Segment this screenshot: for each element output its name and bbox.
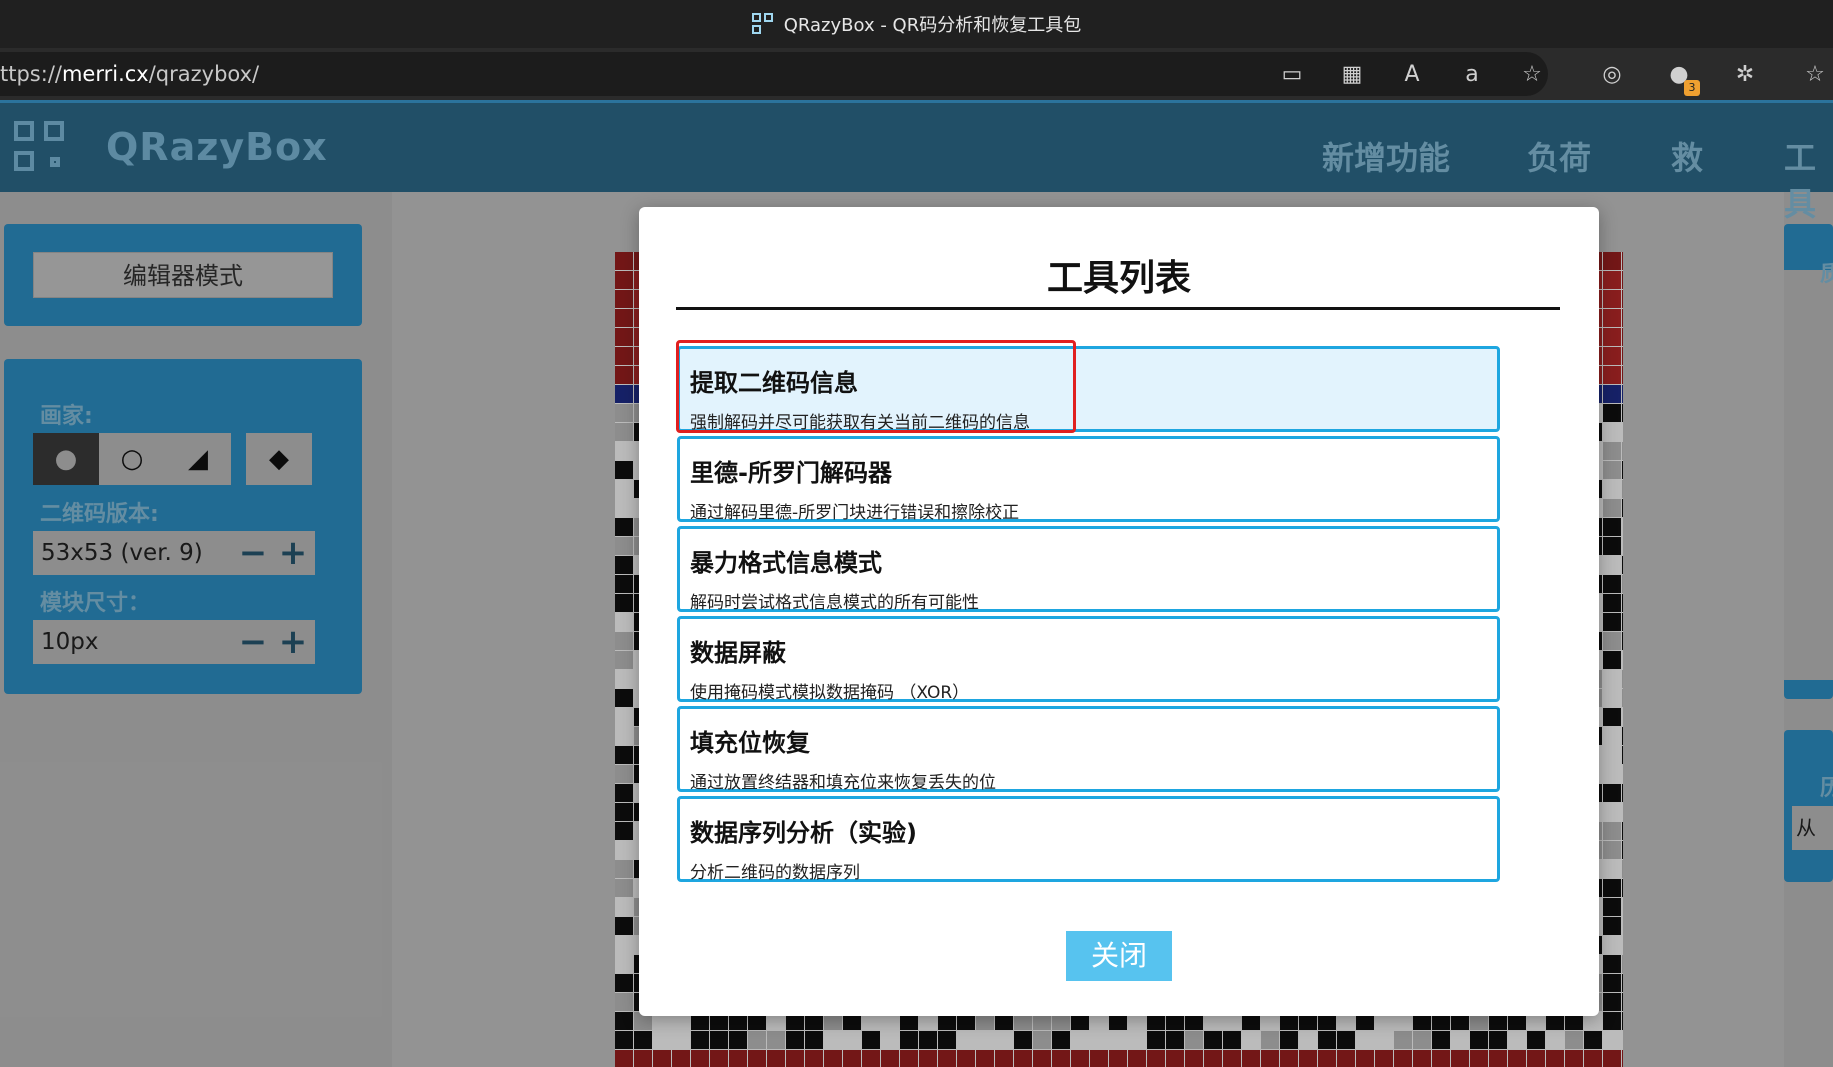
tool-desc: 使用掩码模式模拟数据掩码 （XOR） (690, 683, 970, 703)
translate-icon[interactable]: a (1457, 60, 1487, 90)
device-view-icon[interactable]: ▭ (1277, 60, 1307, 90)
tab-title: QRazyBox - QR码分析和恢复工具包 (783, 15, 1082, 36)
url-field[interactable]: ttps://merri.cx/qrazybox/ (0, 52, 1548, 96)
tool-data-masking[interactable]: 数据屏蔽 使用掩码模式模拟数据掩码 （XOR） (677, 616, 1500, 703)
tool-desc: 强制解码并尽可能获取有关当前二维码的信息 (690, 413, 1030, 433)
tool-reed-solomon-decoder[interactable]: 里德-所罗门解码器 通过解码里德-所罗门块进行错误和擦除校正 (677, 436, 1500, 523)
url-path: /qrazybox/ (148, 62, 260, 86)
favorite-star-icon[interactable]: ☆ (1517, 60, 1547, 90)
tool-desc: 通过放置终结器和填充位来恢复丢失的位 (690, 773, 996, 793)
tool-extract-qr-info[interactable]: 提取二维码信息 强制解码并尽可能获取有关当前二维码的信息 (677, 346, 1500, 433)
tool-name: 暴力格式信息模式 (690, 549, 882, 577)
modal-divider (676, 307, 1560, 310)
modal-title: 工具列表 (1046, 258, 1191, 299)
tools-modal: 工具列表 提取二维码信息 强制解码并尽可能获取有关当前二维码的信息 里德-所罗门… (639, 207, 1599, 1016)
close-button[interactable]: 关闭 (1066, 931, 1172, 981)
url-prefix: ttps:// (0, 62, 62, 86)
extension-avatar-icon[interactable]: ● 3 (1664, 60, 1700, 96)
tool-name: 数据序列分析（实验) (690, 819, 917, 847)
browser-titlebar: QRazyBox - QR码分析和恢复工具包 (0, 0, 1833, 48)
glasses-icon[interactable]: ◎ (1597, 60, 1627, 90)
extensions-puzzle-icon[interactable]: ✲ (1730, 60, 1760, 90)
browser-addressbar: ttps://merri.cx/qrazybox/ (0, 48, 1833, 100)
favorites-list-icon[interactable]: ☆ (1800, 60, 1830, 90)
tool-name: 里德-所罗门解码器 (690, 459, 892, 487)
tool-desc: 通过解码里德-所罗门块进行错误和擦除校正 (690, 503, 1020, 523)
tool-brute-force-format-info[interactable]: 暴力格式信息模式 解码时尝试格式信息模式的所有可能性 (677, 526, 1500, 613)
tool-data-sequence-analysis[interactable]: 数据序列分析（实验) 分析二维码的数据序列 (677, 796, 1500, 883)
window-title: QRazyBox - QR码分析和恢复工具包 (0, 0, 1833, 48)
url-host: merri.cx (61, 62, 149, 86)
tool-desc: 分析二维码的数据序列 (690, 863, 860, 883)
tool-name: 填充位恢复 (690, 729, 810, 757)
tool-padding-bits-recovery[interactable]: 填充位恢复 通过放置终结器和填充位来恢复丢失的位 (677, 706, 1500, 793)
read-aloud-icon[interactable]: A (1397, 60, 1427, 90)
tool-desc: 解码时尝试格式信息模式的所有可能性 (690, 593, 979, 613)
app-grid-icon[interactable]: ▦ (1337, 60, 1367, 90)
tool-name: 数据屏蔽 (690, 639, 786, 667)
tool-name: 提取二维码信息 (690, 369, 858, 397)
extension-badge: 3 (1684, 80, 1700, 96)
qr-favicon-icon (751, 13, 774, 35)
